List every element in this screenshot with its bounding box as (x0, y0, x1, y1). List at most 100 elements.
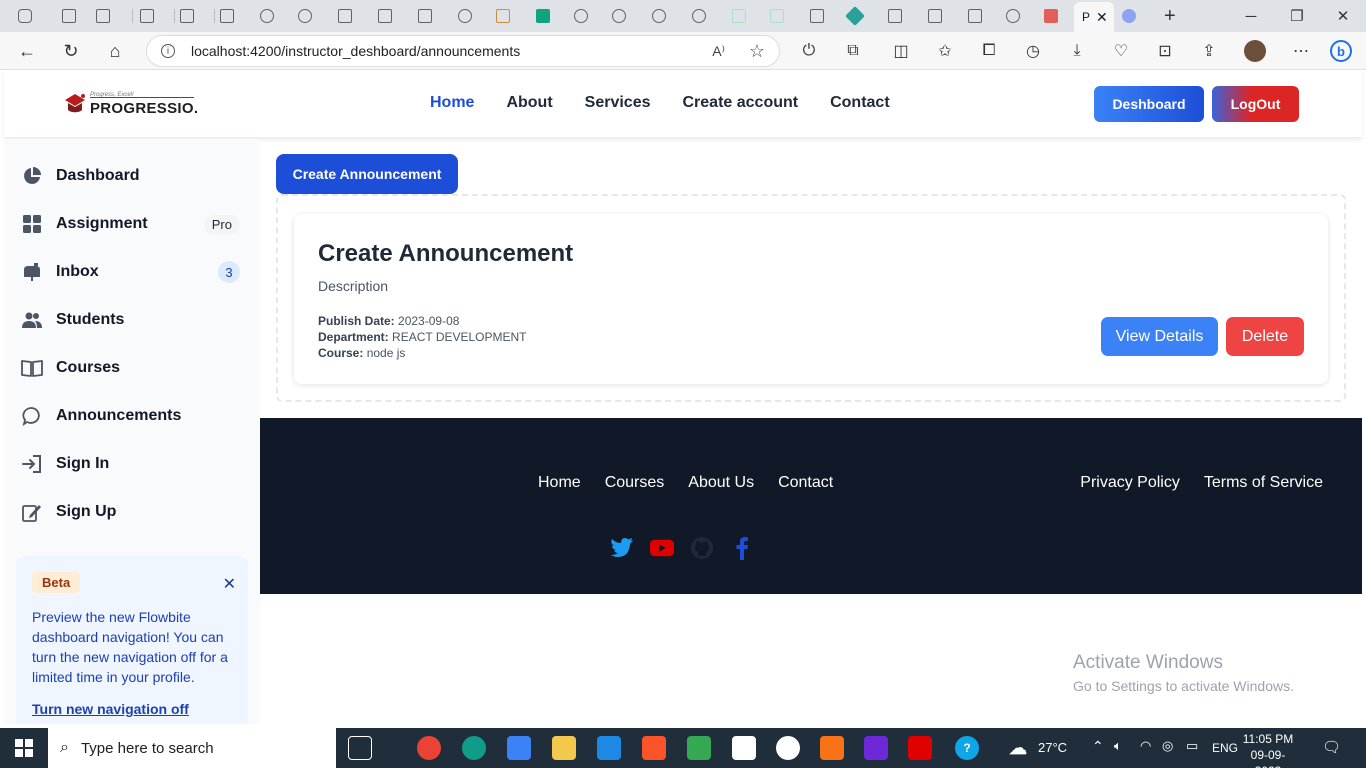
refresh-icon[interactable]: ↻ (56, 36, 86, 66)
privacy-policy-link[interactable]: Privacy Policy (1080, 474, 1180, 492)
turn-off-navigation-link[interactable]: Turn new navigation off (32, 701, 232, 717)
sidebar-item-assignment[interactable]: Assignment Pro (20, 204, 244, 244)
windows-start-icon[interactable] (0, 728, 48, 768)
favorites-icon[interactable]: ✩ (934, 40, 956, 62)
file-explorer-icon[interactable] (552, 736, 576, 760)
footer-link-contact[interactable]: Contact (778, 474, 833, 492)
sidebar-item-sign-up[interactable]: Sign Up (20, 492, 244, 532)
sidebar-item-announcements[interactable]: Announcements (20, 396, 244, 436)
collections-icon[interactable]: ⧠ (978, 40, 1000, 62)
chrome-icon[interactable] (417, 736, 441, 760)
notifications-icon[interactable]: 🗨︎ (1322, 738, 1341, 756)
address-bar[interactable]: i localhost:4200/instructor_deshboard/an… (146, 35, 780, 67)
close-icon[interactable]: ✕ (223, 574, 236, 594)
battery-icon[interactable]: ▭ (1186, 738, 1198, 754)
twitter-icon[interactable] (610, 536, 634, 560)
back-icon[interactable]: ← (12, 36, 42, 66)
browser-tab[interactable] (176, 5, 214, 27)
view-details-button[interactable]: View Details (1101, 317, 1218, 356)
sidebar-item-sign-in[interactable]: Sign In (20, 444, 244, 484)
downloads-icon[interactable]: ⤓ (1066, 40, 1088, 62)
browser-tab[interactable] (1040, 5, 1078, 27)
tab-actions-icon[interactable] (58, 5, 82, 27)
mongodb-compass-icon[interactable] (776, 736, 800, 760)
home-icon[interactable]: ⌂ (100, 36, 130, 66)
browser-tab[interactable] (844, 5, 882, 27)
performance-icon[interactable]: ♡ (1110, 40, 1132, 62)
browser-tab[interactable] (608, 5, 646, 27)
browser-tab[interactable] (884, 5, 922, 27)
browser-tab[interactable] (1002, 5, 1040, 27)
weather-temp[interactable]: 27°C (1038, 740, 1067, 755)
browser-tab[interactable] (688, 5, 726, 27)
youtube-icon[interactable] (650, 536, 674, 560)
help-icon[interactable]: ? (955, 736, 979, 760)
workspaces-icon[interactable] (14, 5, 38, 27)
nav-contact[interactable]: Contact (830, 94, 890, 112)
browser-tab[interactable] (92, 5, 130, 27)
youtube-app-icon[interactable] (908, 736, 932, 760)
nav-create-account[interactable]: Create account (683, 94, 799, 112)
footer-link-about-us[interactable]: About Us (688, 474, 754, 492)
store-icon[interactable] (507, 736, 531, 760)
footer-link-home[interactable]: Home (538, 474, 581, 492)
site-info-icon[interactable]: i (161, 44, 175, 58)
screenshot-icon[interactable]: ⊡ (1154, 40, 1176, 62)
extensions-icon[interactable]: ⧉ (842, 40, 864, 62)
terms-of-service-link[interactable]: Terms of Service (1204, 474, 1323, 492)
browser-tab[interactable] (570, 5, 608, 27)
read-aloud-icon[interactable]: A⁾ (712, 43, 725, 60)
browser-tab[interactable] (532, 5, 570, 27)
browser-tab[interactable] (1118, 5, 1156, 27)
sidebar-item-students[interactable]: Students (20, 300, 244, 340)
taskbar-clock[interactable]: 11:05 PM 09-09-2023 (1240, 731, 1296, 768)
taskbar-search-input[interactable]: ⌕ Type here to search (48, 728, 336, 768)
browser-tab[interactable] (414, 5, 452, 27)
browser-tab[interactable] (334, 5, 372, 27)
edge-icon[interactable] (462, 736, 486, 760)
browser-tab[interactable] (294, 5, 332, 27)
browser-tab[interactable] (136, 5, 174, 27)
browser-tab[interactable] (492, 5, 530, 27)
delete-button[interactable]: Delete (1226, 317, 1304, 356)
volume-icon[interactable]: 🔈︎ (1114, 738, 1122, 754)
footer-link-courses[interactable]: Courses (605, 474, 665, 492)
split-screen-icon[interactable]: ◫ (890, 40, 912, 62)
tray-chevron-icon[interactable]: ⌃ (1092, 738, 1104, 755)
favorite-star-icon[interactable]: ☆ (749, 41, 765, 62)
dashboard-button[interactable]: Deshboard (1094, 86, 1204, 122)
sidebar-item-inbox[interactable]: Inbox 3 (20, 252, 244, 292)
browser-tab[interactable] (454, 5, 492, 27)
active-browser-tab[interactable]: P ✕ (1074, 2, 1114, 32)
share-icon[interactable]: ⇪ (1198, 40, 1220, 62)
minimize-icon[interactable]: ─ (1228, 0, 1274, 32)
logout-button[interactable]: LogOut (1212, 86, 1299, 122)
copilot-icon[interactable]: b (1330, 40, 1352, 62)
new-tab-icon[interactable]: + (1160, 5, 1184, 27)
browser-tab[interactable] (766, 5, 804, 27)
google-drive-icon[interactable] (687, 736, 711, 760)
nav-home[interactable]: Home (430, 94, 474, 112)
meet-now-icon[interactable]: ◎ (1162, 738, 1173, 754)
browser-tab[interactable] (728, 5, 766, 27)
task-view-icon[interactable] (348, 736, 372, 760)
logo[interactable]: Progress, Excel! PROGRESSIO. (60, 88, 200, 120)
browser-tab[interactable] (256, 5, 294, 27)
create-announcement-button[interactable]: Create Announcement (276, 154, 458, 194)
history-icon[interactable]: ◷ (1022, 40, 1044, 62)
restore-icon[interactable]: ❐ (1274, 0, 1320, 32)
browser-tab[interactable] (648, 5, 686, 27)
more-menu-icon[interactable]: ⋯ (1290, 40, 1312, 62)
facebook-icon[interactable] (730, 536, 754, 560)
browser-tab[interactable] (374, 5, 412, 27)
browser-tab[interactable] (964, 5, 1002, 27)
browser-tab[interactable] (924, 5, 962, 27)
vscode-icon[interactable] (597, 736, 621, 760)
weather-icon[interactable]: ☁ (1006, 736, 1030, 760)
close-tab-icon[interactable]: ✕ (1096, 9, 1108, 26)
github-icon[interactable] (690, 536, 714, 560)
mongodb-icon[interactable] (732, 736, 756, 760)
sidebar-item-courses[interactable]: Courses (20, 348, 244, 388)
power-icon[interactable]: ⏻ (798, 40, 820, 62)
language-indicator[interactable]: ENG (1212, 741, 1238, 755)
